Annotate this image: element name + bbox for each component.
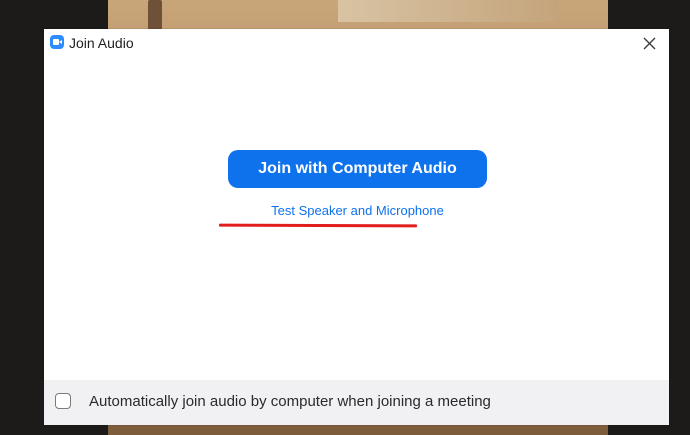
zoom-camera-icon — [50, 35, 64, 49]
red-annotation-underline — [218, 223, 418, 228]
window-title: Join Audio — [69, 35, 134, 51]
titlebar: Join Audio — [44, 29, 669, 59]
footer-bar: Automatically join audio by computer whe… — [44, 380, 669, 425]
join-audio-dialog: Join Audio Join with Computer Audio Test… — [44, 29, 669, 425]
close-button[interactable] — [640, 34, 660, 54]
close-icon — [643, 37, 656, 50]
auto-join-checkbox[interactable] — [55, 393, 71, 409]
test-speaker-microphone-link[interactable]: Test Speaker and Microphone — [228, 202, 487, 220]
auto-join-label[interactable]: Automatically join audio by computer whe… — [89, 393, 491, 411]
join-with-computer-audio-button[interactable]: Join with Computer Audio — [228, 150, 487, 188]
